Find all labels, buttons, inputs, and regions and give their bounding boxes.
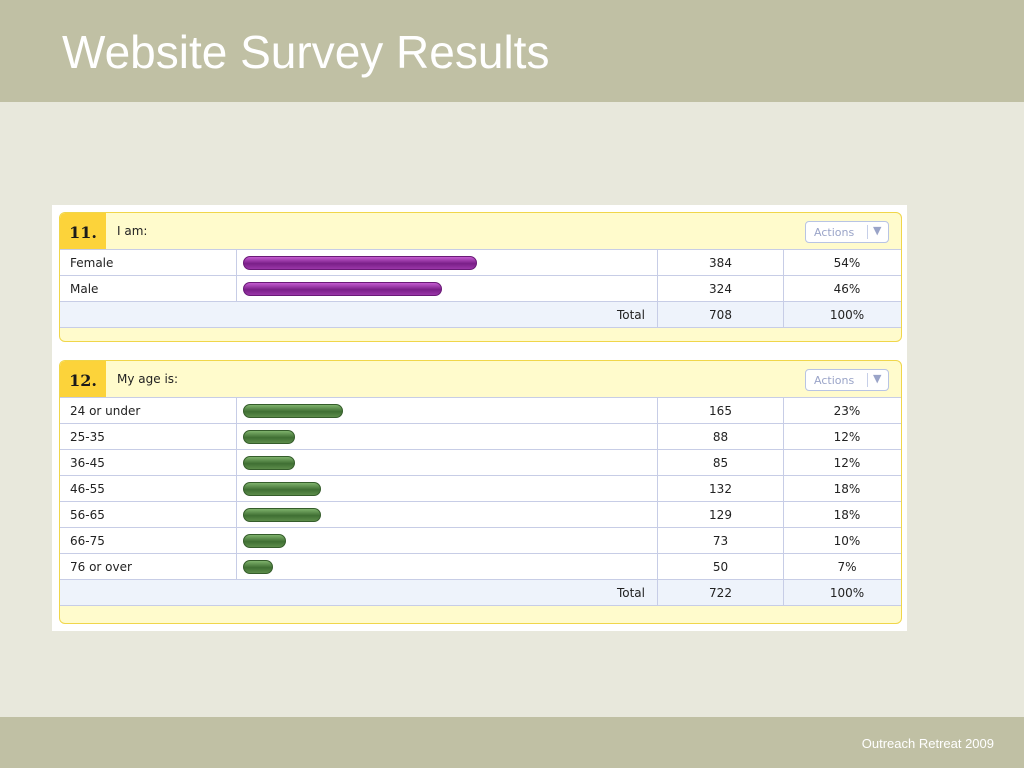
slide-title: Website Survey Results bbox=[62, 26, 550, 78]
actions-divider bbox=[867, 225, 868, 239]
chevron-down-icon: ▼ bbox=[873, 224, 882, 237]
response-percent: 23% bbox=[783, 397, 901, 424]
bar-cell bbox=[236, 553, 658, 580]
total-percent: 100% bbox=[783, 301, 901, 328]
bar-cell bbox=[236, 501, 658, 528]
response-percent: 46% bbox=[783, 275, 901, 302]
actions-label: Actions bbox=[814, 226, 855, 239]
table-row: 46-55 132 18% bbox=[60, 475, 901, 502]
answer-label: 25-35 bbox=[60, 423, 237, 450]
table-row: Male 324 46% bbox=[60, 275, 901, 302]
total-row: Total 722 100% bbox=[60, 579, 901, 606]
total-label: Total bbox=[60, 301, 658, 328]
question-header: 12. My age is: Actions ▼ bbox=[60, 361, 901, 397]
table-row: 66-75 73 10% bbox=[60, 527, 901, 554]
actions-label: Actions bbox=[814, 374, 855, 387]
response-percent: 12% bbox=[783, 449, 901, 476]
answer-label: 24 or under bbox=[60, 397, 237, 424]
response-count: 324 bbox=[657, 275, 784, 302]
response-count: 73 bbox=[657, 527, 784, 554]
bar-cell bbox=[236, 449, 658, 476]
response-bar bbox=[243, 256, 477, 270]
response-bar bbox=[243, 282, 442, 296]
response-count: 85 bbox=[657, 449, 784, 476]
response-bar bbox=[243, 534, 286, 548]
question-card-11: 11. I am: Actions ▼ Female 384 54% Male … bbox=[59, 212, 902, 342]
response-bar bbox=[243, 430, 295, 444]
question-header: 11. I am: Actions ▼ bbox=[60, 213, 901, 249]
table-row: Female 384 54% bbox=[60, 249, 901, 276]
response-percent: 18% bbox=[783, 501, 901, 528]
response-percent: 54% bbox=[783, 249, 901, 276]
total-count: 722 bbox=[657, 579, 784, 606]
bar-cell bbox=[236, 249, 658, 276]
question-card-12: 12. My age is: Actions ▼ 24 or under 165… bbox=[59, 360, 902, 624]
results-table: 24 or under 165 23% 25-35 88 12% 36-45 8… bbox=[60, 397, 901, 606]
actions-divider bbox=[867, 373, 868, 387]
total-row: Total 708 100% bbox=[60, 301, 901, 328]
actions-dropdown[interactable]: Actions ▼ bbox=[805, 369, 889, 391]
response-count: 132 bbox=[657, 475, 784, 502]
answer-label: 76 or over bbox=[60, 553, 237, 580]
response-bar bbox=[243, 404, 343, 418]
footer-band: Outreach Retreat 2009 bbox=[0, 717, 1024, 768]
question-number: 12. bbox=[60, 361, 106, 397]
question-text: I am: bbox=[117, 224, 148, 238]
response-percent: 10% bbox=[783, 527, 901, 554]
total-count: 708 bbox=[657, 301, 784, 328]
response-count: 129 bbox=[657, 501, 784, 528]
total-percent: 100% bbox=[783, 579, 901, 606]
response-bar bbox=[243, 508, 321, 522]
response-count: 384 bbox=[657, 249, 784, 276]
question-number: 11. bbox=[60, 213, 106, 249]
table-row: 24 or under 165 23% bbox=[60, 397, 901, 424]
response-bar bbox=[243, 456, 295, 470]
answer-label: Female bbox=[60, 249, 237, 276]
table-row: 56-65 129 18% bbox=[60, 501, 901, 528]
actions-dropdown[interactable]: Actions ▼ bbox=[805, 221, 889, 243]
answer-label: Male bbox=[60, 275, 237, 302]
survey-results-panel: 11. I am: Actions ▼ Female 384 54% Male … bbox=[52, 205, 907, 631]
answer-label: 36-45 bbox=[60, 449, 237, 476]
bar-cell bbox=[236, 423, 658, 450]
chevron-down-icon: ▼ bbox=[873, 372, 882, 385]
table-row: 25-35 88 12% bbox=[60, 423, 901, 450]
response-count: 165 bbox=[657, 397, 784, 424]
response-count: 88 bbox=[657, 423, 784, 450]
bar-cell bbox=[236, 275, 658, 302]
response-bar bbox=[243, 560, 273, 574]
response-bar bbox=[243, 482, 321, 496]
table-row: 36-45 85 12% bbox=[60, 449, 901, 476]
footer-text: Outreach Retreat 2009 bbox=[861, 736, 994, 751]
bar-cell bbox=[236, 475, 658, 502]
response-percent: 12% bbox=[783, 423, 901, 450]
table-row: 76 or over 50 7% bbox=[60, 553, 901, 580]
question-text: My age is: bbox=[117, 372, 179, 386]
results-table: Female 384 54% Male 324 46% Total 708 10… bbox=[60, 249, 901, 328]
bar-cell bbox=[236, 527, 658, 554]
total-label: Total bbox=[60, 579, 658, 606]
answer-label: 66-75 bbox=[60, 527, 237, 554]
response-percent: 18% bbox=[783, 475, 901, 502]
bar-cell bbox=[236, 397, 658, 424]
answer-label: 46-55 bbox=[60, 475, 237, 502]
answer-label: 56-65 bbox=[60, 501, 237, 528]
response-count: 50 bbox=[657, 553, 784, 580]
response-percent: 7% bbox=[783, 553, 901, 580]
